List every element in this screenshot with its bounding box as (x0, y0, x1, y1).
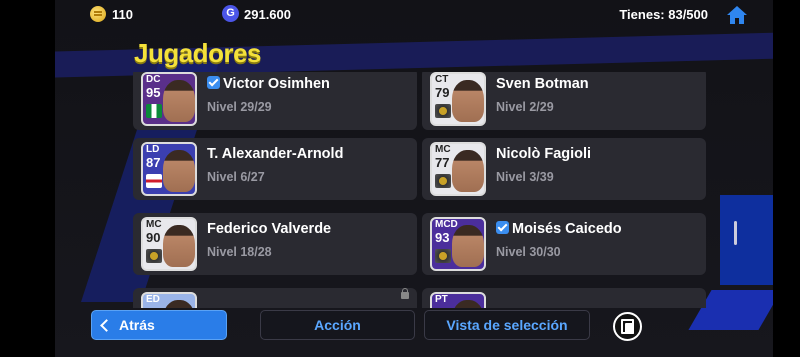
player-thumbnail: ED (141, 292, 197, 308)
player-position: MCD (435, 219, 458, 230)
coin-icon (90, 6, 106, 22)
player-card[interactable]: MCD 93 Moisés Caicedo Nivel 30/30 (422, 213, 706, 275)
selection-view-button[interactable]: Vista de selección (424, 310, 590, 340)
squad-count: Tienes: 83/500 (619, 7, 708, 22)
letterbox-left (0, 0, 55, 357)
club-badge-icon (146, 249, 162, 263)
player-face (163, 80, 195, 122)
player-position: CT (435, 74, 449, 85)
player-face (452, 225, 484, 267)
club-badge-icon (435, 249, 451, 263)
player-card[interactable]: MC 90 Federico Valverde Nivel 18/28 (133, 213, 417, 275)
player-card[interactable]: MC 77 Nicolò Fagioli Nivel 3/39 (422, 138, 706, 200)
player-thumbnail: PT (430, 292, 486, 308)
back-button[interactable]: Atrás (91, 310, 227, 340)
page-title: Jugadores (134, 38, 262, 68)
player-rating: 95 (146, 85, 161, 100)
verified-check-icon (496, 221, 509, 234)
player-name-text: Federico Valverde (207, 221, 332, 237)
coins-value: 110 (112, 7, 133, 22)
player-position: DC (146, 74, 161, 85)
club-badge-icon (435, 174, 451, 188)
player-position: LD (146, 144, 160, 155)
player-position: ED (146, 294, 160, 305)
player-level: Nivel 29/29 (207, 100, 272, 114)
gp-icon: G (222, 5, 239, 22)
nigeria-flag-icon (146, 104, 162, 118)
player-card[interactable]: PT (422, 288, 706, 308)
player-thumbnail: DC 95 (141, 72, 197, 126)
lock-icon (401, 288, 409, 299)
player-name: Sven Botman (496, 76, 589, 92)
player-name-text: T. Alexander-Arnold (207, 146, 344, 162)
england-flag-icon (146, 174, 162, 188)
player-thumbnail: MC 90 (141, 217, 197, 271)
player-level: Nivel 2/29 (496, 100, 554, 114)
player-rating: 87 (146, 155, 161, 170)
player-thumbnail: MCD 93 (430, 217, 486, 271)
player-card[interactable]: DC 95 Victor Osimhen Nivel 29/29 (133, 72, 417, 130)
screen: 110 G 291.600 Tienes: 83/500 Jugadores D… (0, 0, 800, 357)
letterbox-right (773, 0, 800, 357)
player-rating: 79 (435, 85, 450, 100)
chevron-left-icon (100, 319, 113, 332)
action-button[interactable]: Acción (260, 310, 415, 340)
player-face (163, 225, 195, 267)
player-card[interactable]: CT 79 Sven Botman Nivel 2/29 (422, 72, 706, 130)
player-rating: 93 (435, 230, 450, 245)
verified-check-icon (207, 76, 220, 89)
player-card[interactable]: LD 87 T. Alexander-Arnold Nivel 6/27 (133, 138, 417, 200)
player-card[interactable]: ED (133, 288, 417, 308)
gp-value: 291.600 (244, 7, 291, 22)
player-level: Nivel 3/39 (496, 170, 554, 184)
player-position: PT (435, 294, 448, 305)
home-icon[interactable] (726, 5, 748, 25)
player-name: T. Alexander-Arnold (207, 146, 343, 162)
top-bar: 110 G 291.600 Tienes: 83/500 (0, 0, 800, 30)
back-label: Atrás (119, 317, 155, 333)
player-face (452, 80, 484, 122)
player-name: Victor Osimhen (207, 76, 330, 92)
player-thumbnail: LD 87 (141, 142, 197, 196)
player-rating: 77 (435, 155, 450, 170)
player-thumbnail: CT 79 (430, 72, 486, 126)
copy-icon[interactable] (613, 312, 642, 341)
player-name-text: Moisés Caicedo (512, 221, 622, 237)
player-name-text: Victor Osimhen (223, 76, 330, 92)
player-level: Nivel 6/27 (207, 170, 265, 184)
player-level: Nivel 18/28 (207, 245, 272, 259)
player-name: Nicolò Fagioli (496, 146, 591, 162)
player-name: Federico Valverde (207, 221, 331, 237)
player-thumbnail: MC 77 (430, 142, 486, 196)
player-face (452, 300, 484, 308)
player-name: Moisés Caicedo (496, 221, 622, 237)
player-rating: 90 (146, 230, 161, 245)
player-position: MC (435, 144, 451, 155)
player-face (452, 150, 484, 192)
player-level: Nivel 30/30 (496, 245, 561, 259)
player-face (163, 300, 195, 308)
player-name-text: Sven Botman (496, 76, 589, 92)
club-badge-icon (435, 104, 451, 118)
player-face (163, 150, 195, 192)
player-name-text: Nicolò Fagioli (496, 146, 592, 162)
player-position: MC (146, 219, 162, 230)
player-list[interactable]: DC 95 Victor Osimhen Nivel 29/29 CT 79 Sven Bo… (133, 72, 708, 308)
scroll-indicator[interactable] (734, 221, 737, 245)
